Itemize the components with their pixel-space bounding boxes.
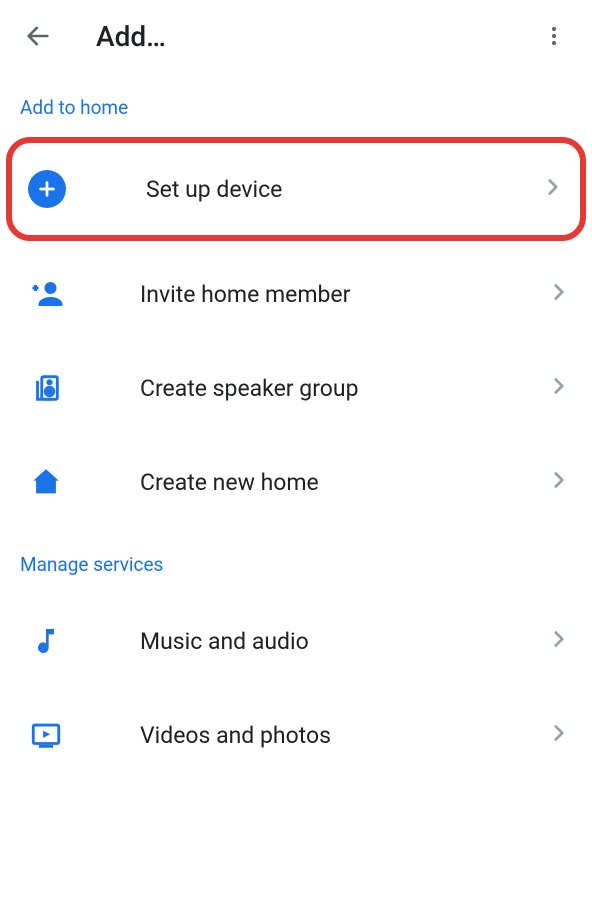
app-header: Add… <box>0 0 592 72</box>
chevron-right-icon <box>546 626 572 656</box>
list-item-music[interactable]: Music and audio <box>0 594 592 688</box>
section-header-add-to-home: Add to home <box>0 72 592 137</box>
list-item-label: Music and audio <box>140 628 546 655</box>
arrow-left-icon <box>24 22 52 50</box>
overflow-menu-button[interactable] <box>536 18 572 54</box>
list-item-label: Invite home member <box>140 281 546 308</box>
list-item-videos[interactable]: Videos and photos <box>0 688 592 782</box>
home-icon <box>20 456 72 508</box>
more-vertical-icon <box>542 24 566 48</box>
chevron-right-icon <box>546 373 572 403</box>
section-header-manage-services: Manage services <box>0 529 592 594</box>
page-title: Add… <box>96 20 166 53</box>
chevron-right-icon <box>546 279 572 309</box>
back-button[interactable] <box>20 18 56 54</box>
list-item-label: Create new home <box>140 469 546 496</box>
plus-circle-icon <box>28 170 66 208</box>
video-play-icon <box>20 709 72 761</box>
person-add-icon <box>20 268 72 320</box>
list-item-label: Videos and photos <box>140 722 546 749</box>
chevron-right-icon <box>546 467 572 497</box>
list-item-new-home[interactable]: Create new home <box>0 435 592 529</box>
music-note-icon <box>20 615 72 667</box>
chevron-right-icon <box>546 720 572 750</box>
list-item-label: Create speaker group <box>140 375 546 402</box>
speaker-group-icon <box>20 362 72 414</box>
list-item-setup-device[interactable]: Set up device <box>6 137 586 241</box>
list-item-invite-member[interactable]: Invite home member <box>0 247 592 341</box>
chevron-right-icon <box>540 174 566 204</box>
list-item-speaker-group[interactable]: Create speaker group <box>0 341 592 435</box>
list-item-label: Set up device <box>146 176 540 203</box>
